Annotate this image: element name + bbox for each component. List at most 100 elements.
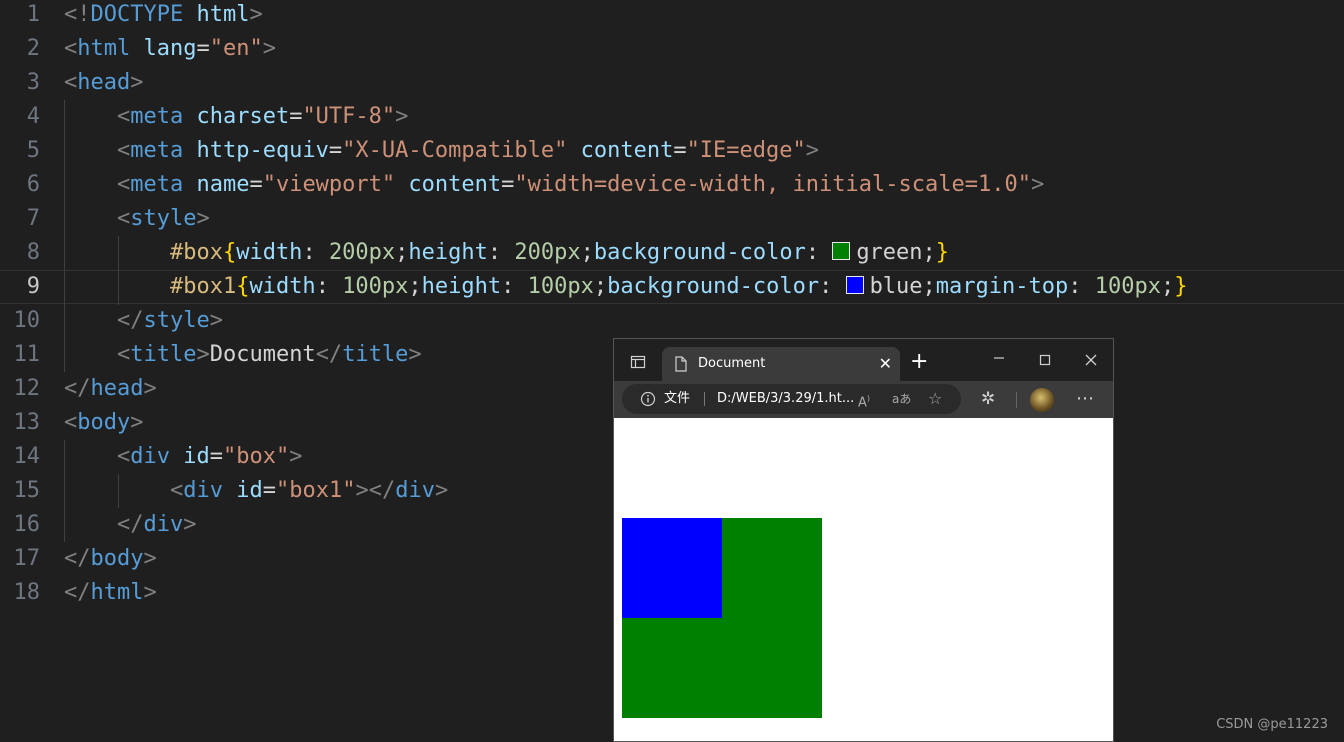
code-token: body [90,546,144,571]
code-line[interactable]: 9 #box1{width: 100px;height: 100px;backg… [0,270,1344,305]
code-token: "box" [222,444,290,469]
code-token: </ [116,308,144,333]
code-token: "box1" [275,478,356,503]
code-token: < [169,478,184,503]
code-token: > [434,478,449,503]
color-swatch[interactable] [845,276,864,294]
code-token: } [1174,274,1188,299]
minimize-icon [994,357,1004,359]
tab-actions-icon[interactable] [630,354,646,370]
code-text: <!DOCTYPE html> [64,0,263,32]
close-tab-button[interactable]: ✕ [879,347,892,381]
code-token: html [90,580,144,605]
code-token: ; [593,274,608,299]
code-text: </html> [64,576,157,610]
translate-icon[interactable]: aあ [892,384,911,414]
code-token: content [408,172,502,197]
extensions-icon[interactable]: ✲ [981,385,995,413]
line-number: 3 [26,70,40,95]
code-token: #box [169,240,223,265]
code-text: <style> [64,202,210,236]
tab-title: Document [698,356,766,371]
code-token: < [116,172,131,197]
blue-box [622,518,722,618]
read-aloud-icon[interactable]: A) [858,384,870,418]
close-window-button[interactable] [1084,352,1098,366]
address-bar[interactable]: 文件 D:/WEB/3/3.29/1.ht... A) aあ ☆ [622,384,961,414]
code-token: </ [64,580,91,605]
code-token: "IE=edge" [686,138,806,163]
code-token: 100px [1094,274,1161,299]
more-icon[interactable]: ⋯ [1076,385,1094,413]
code-token: > [183,512,197,537]
code-line[interactable]: 3 <head> [0,66,1344,100]
code-token: > [408,342,422,367]
code-token: div [143,512,184,537]
code-token: ; [1160,274,1175,299]
code-token: > [143,580,157,605]
green-box [622,518,822,718]
line-number: 1 [26,2,40,27]
code-token: "width=device-width, initial-scale=1.0" [514,172,1031,197]
code-line[interactable]: 2 <html lang="en"> [0,32,1344,66]
code-line[interactable]: 1 <!DOCTYPE html> [0,0,1344,32]
code-line[interactable]: 7 <style> [0,202,1344,236]
maximize-button[interactable] [1038,352,1052,366]
code-token: title [342,342,409,367]
code-line[interactable]: 6 <meta name="viewport" content="width=d… [0,168,1344,202]
info-icon[interactable] [640,391,656,407]
line-number: 15 [13,478,41,503]
code-token: > [209,308,223,333]
favorite-add-icon[interactable]: ☆ [928,384,942,414]
code-token: < [116,104,131,129]
code-token: > [143,376,157,401]
code-token: < [116,444,131,469]
code-token: background-color [607,274,820,299]
code-line[interactable]: 4 <meta charset="UTF-8"> [0,100,1344,134]
code-text: </body> [64,542,157,576]
code-token: < [64,36,78,61]
code-token: < [64,70,78,95]
code-token: http-equiv [196,138,329,163]
line-number: 12 [13,376,41,401]
code-line[interactable]: 5 <meta http-equiv="X-UA-Compatible" con… [0,134,1344,168]
code-token: { [222,240,237,265]
code-token: : [487,240,515,265]
minimize-button[interactable] [992,349,1006,363]
code-token: : [805,240,833,265]
code-token: id [236,478,263,503]
code-token: div [395,478,435,503]
code-token: > [1030,172,1045,197]
code-token: ; [408,274,422,299]
avatar[interactable] [1030,388,1054,412]
code-token: ; [580,240,594,265]
line-number: 4 [26,104,40,129]
url-text[interactable]: D:/WEB/3/3.29/1.ht... [717,384,854,414]
code-line[interactable]: 8 #box{width: 200px;height: 200px;backgr… [0,236,1344,270]
address-divider [704,392,705,406]
code-token: : [819,274,846,299]
tab-document[interactable]: Document ✕ [662,347,900,381]
code-text: <div id="box1"></div> [64,474,448,508]
code-token: 200px [328,240,396,265]
code-token: meta [130,104,184,129]
line-number: 8 [26,240,40,265]
code-token: style [130,206,197,231]
code-token: title [130,342,197,367]
page-icon [675,356,687,372]
code-token: name [196,172,250,197]
code-token: ></ [355,478,396,503]
line-number: 17 [13,546,41,571]
line-number: 6 [26,172,40,197]
color-swatch[interactable] [832,242,851,260]
code-token: : [1068,274,1095,299]
code-text: <meta name="viewport" content="width=dev… [64,168,1044,202]
code-token: blue; [869,274,936,299]
code-line[interactable]: 10 </style> [0,304,1344,338]
new-tab-button[interactable]: + [910,349,928,375]
toolbar: 文件 D:/WEB/3/3.29/1.ht... A) aあ ☆ ✲ ⋯ [614,381,1113,418]
